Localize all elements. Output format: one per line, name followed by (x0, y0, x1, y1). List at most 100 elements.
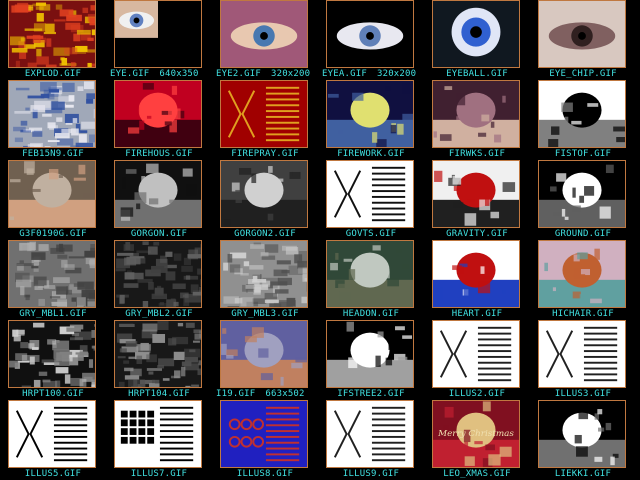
eye-thumbnail[interactable] (114, 0, 202, 68)
thumbnail-cell[interactable]: GRY_MBL1.GIF (0, 240, 106, 320)
fire-prayer-text-thumbnail[interactable] (220, 80, 308, 148)
thumbnail-cell[interactable]: GRAVITY.GIF (424, 160, 530, 240)
filename-text: EYE_CHIP.GIF (549, 69, 617, 79)
gravity-apple-thumbnail[interactable] (432, 160, 520, 228)
thumbnail-filename: FEB15N9.GIF (0, 149, 106, 160)
thumbnail-cell[interactable]: ILLUS9.GIF (318, 400, 424, 480)
thumbnail-filename: FISTOF.GIF (530, 149, 636, 160)
fractal-tree-thumbnail[interactable] (326, 320, 414, 388)
thumbnail-cell[interactable]: IFSTREE2.GIF (318, 320, 424, 400)
thumbnail-filename: IFSTREE2.GIF (318, 389, 424, 400)
gorgon-figure-thumbnail[interactable] (114, 160, 202, 228)
thumbnail-cell[interactable]: EYEA.GIF 320x200 (318, 0, 424, 80)
fist-drawing-thumbnail[interactable] (538, 80, 626, 148)
svg-text:Merry Christmas: Merry Christmas (437, 429, 514, 439)
filename-text: FISTOF.GIF (554, 149, 612, 159)
thumbnail-filename: EYEA.GIF 320x200 (318, 69, 424, 80)
room-scene-thumbnail[interactable] (8, 160, 96, 228)
gorgon2-figure-thumbnail[interactable] (220, 160, 308, 228)
thumbnail-filename: EXPLOD.GIF (0, 69, 106, 80)
thumbnail-cell[interactable]: ILLUS8.GIF (212, 400, 318, 480)
filename-text: EYE.GIF (110, 69, 150, 79)
arrow-illusion-thumbnail[interactable] (432, 320, 520, 388)
thumbnail-cell[interactable]: FIREPRAY.GIF (212, 80, 318, 160)
thumbnail-filename: EYE_CHIP.GIF (530, 69, 636, 80)
image-dimensions: 320x200 (270, 69, 311, 79)
thumbnail-cell[interactable]: HRPT104.GIF (106, 320, 212, 400)
firehouse-thumbnail[interactable] (114, 80, 202, 148)
lines-illusion-thumbnail[interactable] (538, 320, 626, 388)
eye-on-black-thumbnail[interactable] (326, 0, 414, 68)
government-document-thumbnail[interactable] (326, 160, 414, 228)
thumbnail-cell[interactable]: Merry Christmas LEO_XMAS.GIF (424, 400, 530, 480)
thumbnail-cell[interactable]: GOVTS.GIF (318, 160, 424, 240)
red-explosion-thumbnail[interactable] (8, 0, 96, 68)
thumbnail-filename: EYEBALL.GIF (424, 69, 530, 80)
person-at-computer-thumbnail[interactable] (220, 320, 308, 388)
thumbnail-cell[interactable]: G3F0190G.GIF (0, 160, 106, 240)
thumbnail-filename: ILLUS3.GIF (530, 389, 636, 400)
thumbnail-cell[interactable]: EYE2.GIF 320x200 (212, 0, 318, 80)
firework-night-thumbnail[interactable] (326, 80, 414, 148)
thumbnail-cell[interactable]: GORGON2.GIF (212, 160, 318, 240)
satellite-dark-thumbnail[interactable] (114, 320, 202, 388)
thumbnail-cell[interactable]: GRY_MBL3.GIF (212, 240, 318, 320)
car-crash-thumbnail[interactable] (326, 240, 414, 308)
thumbnail-cell[interactable]: FIRWKS.GIF (424, 80, 530, 160)
filename-text: I19.GIF (216, 389, 256, 399)
thumbnail-filename: ILLUS8.GIF (212, 469, 318, 480)
circles-illusion-thumbnail[interactable] (220, 400, 308, 468)
thumbnail-cell[interactable]: FIREHOUS.GIF (106, 80, 212, 160)
thumbnail-cell[interactable]: HICHAIR.GIF (530, 240, 636, 320)
thumbnail-filename: HEADON.GIF (318, 309, 424, 320)
thumbnail-cell[interactable]: GROUND.GIF (530, 160, 636, 240)
thumbnail-cell[interactable]: GRY_MBL2.GIF (106, 240, 212, 320)
thumbnail-cell[interactable]: ILLUS5.GIF (0, 400, 106, 480)
thumbnail-cell[interactable]: ILLUS2.GIF (424, 320, 530, 400)
eye-closeup-thumbnail[interactable] (220, 0, 308, 68)
grid-illusion-thumbnail[interactable] (114, 400, 202, 468)
ground-hand-thumbnail[interactable] (538, 160, 626, 228)
merry-christmas-card-thumbnail[interactable]: Merry Christmas (432, 400, 520, 468)
thumbnail-cell[interactable]: HEART.GIF (424, 240, 530, 320)
thumbnail-filename: GRY_MBL2.GIF (106, 309, 212, 320)
thumbnail-cell[interactable]: ILLUS3.GIF (530, 320, 636, 400)
satellite-coast-thumbnail[interactable] (8, 320, 96, 388)
thumbnail-cell[interactable]: FEB15N9.GIF (0, 80, 106, 160)
thumbnail-cell[interactable]: EYE_CHIP.GIF (530, 0, 636, 80)
flame-thumbnail[interactable] (538, 400, 626, 468)
thumbnail-filename: GRY_MBL3.GIF (212, 309, 318, 320)
thumbnail-cell[interactable]: FIREWORK.GIF (318, 80, 424, 160)
thumbnail-cell[interactable]: HRPT100.GIF (0, 320, 106, 400)
gray-marble-texture-thumbnail[interactable] (8, 240, 96, 308)
faces-vase-illusion-thumbnail[interactable] (8, 400, 96, 468)
thumbnail-cell[interactable]: GORGON.GIF (106, 160, 212, 240)
satellite-clouds-thumbnail[interactable] (8, 80, 96, 148)
thumbnail-cell[interactable]: ILLUS7.GIF (106, 400, 212, 480)
thumbnail-cell[interactable]: LIEKKI.GIF (530, 400, 636, 480)
thumbnail-filename: GORGON.GIF (106, 229, 212, 240)
dark-marble-texture-thumbnail[interactable] (114, 240, 202, 308)
thumbnail-cell[interactable]: EYE.GIF 640x350 (106, 0, 212, 80)
heart-anatomy-thumbnail[interactable] (432, 240, 520, 308)
noise-texture-thumbnail[interactable] (220, 240, 308, 308)
thumbnail-filename: HRPT104.GIF (106, 389, 212, 400)
highchair-toys-thumbnail[interactable] (538, 240, 626, 308)
thumbnail-filename: FIREWORK.GIF (318, 149, 424, 160)
eyeball-thumbnail[interactable] (432, 0, 520, 68)
filename-text: EYE2.GIF (216, 69, 261, 79)
filename-text: LIEKKI.GIF (554, 469, 612, 479)
curves-illusion-thumbnail[interactable] (326, 400, 414, 468)
thumbnail-cell[interactable]: FISTOF.GIF (530, 80, 636, 160)
thumbnail-filename: LEO_XMAS.GIF (424, 469, 530, 480)
thumbnail-filename: FIREHOUS.GIF (106, 149, 212, 160)
thumbnail-filename: EYE2.GIF 320x200 (212, 69, 318, 80)
thumbnail-cell[interactable]: EXPLOD.GIF (0, 0, 106, 80)
thumbnail-cell[interactable]: HEADON.GIF (318, 240, 424, 320)
eye-chip-thumbnail[interactable] (538, 0, 626, 68)
filename-text: ILLUS7.GIF (130, 469, 188, 479)
filename-text: EYEA.GIF (322, 69, 367, 79)
fireworks-thumbnail[interactable] (432, 80, 520, 148)
thumbnail-cell[interactable]: EYEBALL.GIF (424, 0, 530, 80)
thumbnail-cell[interactable]: I19.GIF 663x502 (212, 320, 318, 400)
